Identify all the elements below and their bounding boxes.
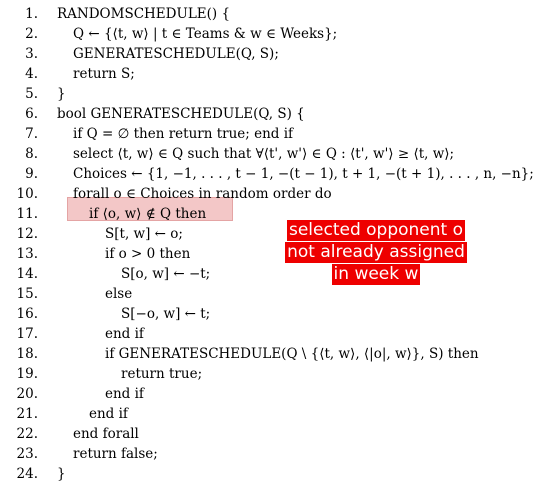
line-text: else <box>105 286 133 302</box>
line-number: 7. <box>25 126 38 142</box>
line-number: 20. <box>16 386 38 402</box>
line-number: 21. <box>16 406 38 422</box>
line-text: select ⟨t, w⟩ ∈ Q such that ∀⟨t', w'⟩ ∈ … <box>73 146 455 162</box>
line-text: bool GENERATESCHEDULE(Q, S) { <box>57 106 305 122</box>
line-number: 6. <box>25 106 38 122</box>
line-number: 4. <box>25 66 38 82</box>
code-line: 2. Q ← {⟨t, w⟩ | t ∈ Teams & w ∈ Weeks}; <box>0 24 547 44</box>
line-number: 16. <box>16 306 38 322</box>
line-text: } <box>57 466 66 482</box>
annotation-line: in week w <box>331 264 421 285</box>
line-text: end if <box>105 386 144 402</box>
line-text: if o > 0 then <box>105 246 191 262</box>
line-number: 24. <box>16 466 38 482</box>
line-text: Q ← {⟨t, w⟩ | t ∈ Teams & w ∈ Weeks}; <box>73 26 338 42</box>
code-line: 1. RANDOMSCHEDULE() { <box>0 4 547 24</box>
code-line: 24. } <box>0 464 547 484</box>
code-line: 8. select ⟨t, w⟩ ∈ Q such that ∀⟨t', w'⟩… <box>0 144 547 164</box>
line-text: Choices ← {1, −1, . . . , t − 1, −(t − 1… <box>73 166 534 182</box>
line-text: S[−o, w] ← t; <box>121 306 211 322</box>
annotation-callout: selected opponent o not already assigned… <box>262 220 490 286</box>
line-number: 3. <box>25 46 38 62</box>
line-number: 15. <box>16 286 38 302</box>
code-line: 7. if Q = ∅ then return true; end if <box>0 124 547 144</box>
line-text: return S; <box>73 66 135 82</box>
code-line: 9. Choices ← {1, −1, . . . , t − 1, −(t … <box>0 164 547 184</box>
line-number: 23. <box>16 446 38 462</box>
code-line: 22. end forall <box>0 424 547 444</box>
line-text: end forall <box>73 426 139 442</box>
code-line: 20. end if <box>0 384 547 404</box>
line-text: } <box>57 86 66 102</box>
line-number: 13. <box>16 246 38 262</box>
code-line: 6. bool GENERATESCHEDULE(Q, S) { <box>0 104 547 124</box>
code-line: 3. GENERATESCHEDULE(Q, S); <box>0 44 547 64</box>
code-line: 23. return false; <box>0 444 547 464</box>
line-number: 10. <box>16 186 38 202</box>
annotation-line: not already assigned <box>285 242 467 263</box>
code-line: 5. } <box>0 84 547 104</box>
line-text: return false; <box>73 446 158 462</box>
annotation-line: selected opponent o <box>286 220 466 241</box>
line-number: 5. <box>25 86 38 102</box>
code-line: 16. S[−o, w] ← t; <box>0 304 547 324</box>
code-line: 15. else <box>0 284 547 304</box>
line-number: 22. <box>16 426 38 442</box>
line-text: if GENERATESCHEDULE(Q \ {⟨t, w⟩, ⟨|o|, w… <box>105 346 479 362</box>
code-line: 21. end if <box>0 404 547 424</box>
line-number: 8. <box>25 146 38 162</box>
code-line: 18. if GENERATESCHEDULE(Q \ {⟨t, w⟩, ⟨|o… <box>0 344 547 364</box>
line-number: 1. <box>25 6 38 22</box>
pseudocode-listing: 1. RANDOMSCHEDULE() { 2. Q ← {⟨t, w⟩ | t… <box>0 0 547 492</box>
line-number: 12. <box>16 226 38 242</box>
line-number: 17. <box>16 326 38 342</box>
code-line: 19. return true; <box>0 364 547 384</box>
line-number: 11. <box>16 206 38 222</box>
line-text: forall o ∈ Choices in random order do <box>73 186 332 202</box>
code-line: 17. end if <box>0 324 547 344</box>
line-text: if ⟨o, w⟩ ∉ Q then <box>89 206 207 222</box>
code-line: 10. forall o ∈ Choices in random order d… <box>0 184 547 204</box>
line-text: end if <box>105 326 144 342</box>
line-text: GENERATESCHEDULE(Q, S); <box>73 46 279 62</box>
line-text: if Q = ∅ then return true; end if <box>73 126 294 142</box>
line-text: S[t, w] ← o; <box>105 226 183 242</box>
line-text: RANDOMSCHEDULE() { <box>57 6 231 22</box>
code-line: 4. return S; <box>0 64 547 84</box>
line-number: 14. <box>16 266 38 282</box>
line-text: end if <box>89 406 128 422</box>
line-number: 9. <box>25 166 38 182</box>
line-number: 18. <box>16 346 38 362</box>
line-text: S[o, w] ← −t; <box>121 266 211 282</box>
line-number: 2. <box>25 26 38 42</box>
line-text: return true; <box>121 366 203 382</box>
line-number: 19. <box>16 366 38 382</box>
